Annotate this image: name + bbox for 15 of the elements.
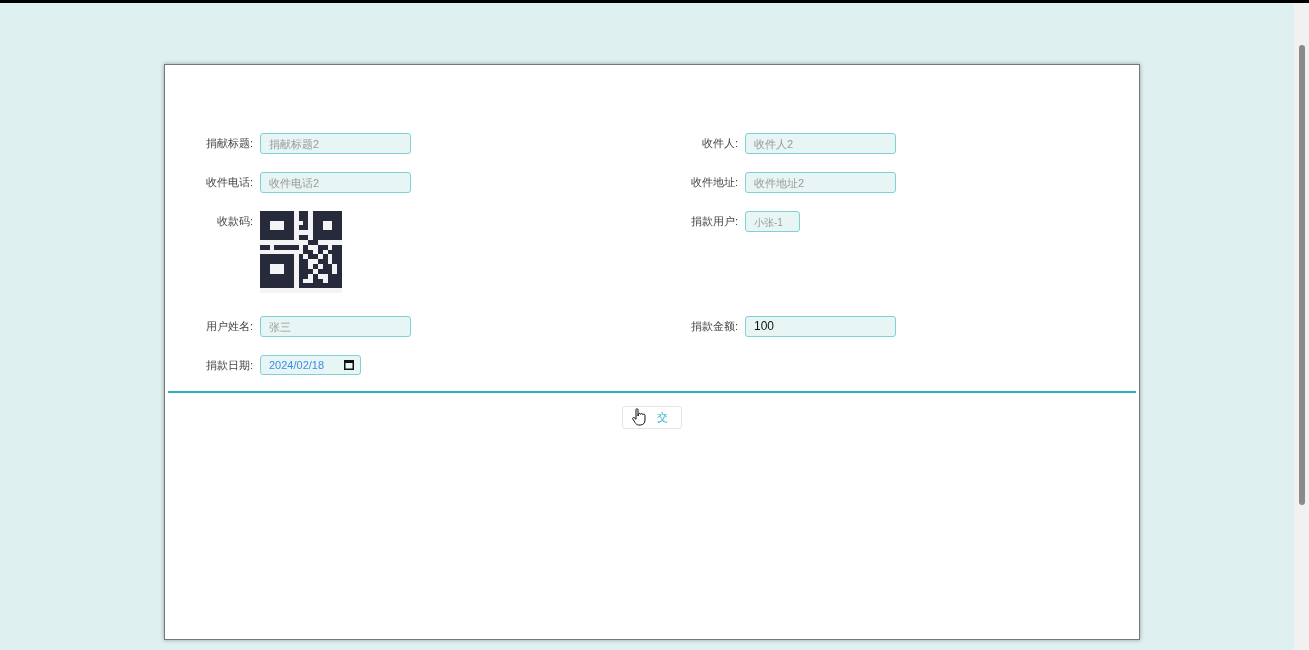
field-label: 捐款金额: xyxy=(689,319,738,334)
hand-cursor-icon xyxy=(632,408,646,426)
field-label: 捐款用户: xyxy=(689,214,738,229)
field-label: 捐款日期: xyxy=(204,358,253,373)
field-label: 用户姓名: xyxy=(204,319,253,334)
field-label: 收款码: xyxy=(215,214,253,229)
field-label: 收件人: xyxy=(700,136,738,151)
input-field[interactable]: 100 xyxy=(745,316,896,337)
calendar-icon[interactable] xyxy=(344,360,354,370)
scrollbar-thumb[interactable] xyxy=(1298,45,1305,505)
field-label: 收件电话: xyxy=(204,175,253,190)
scrollbar[interactable] xyxy=(1294,3,1309,650)
field-label: 捐献标题: xyxy=(204,136,253,151)
date-field[interactable]: 2024/02/18 xyxy=(260,355,361,375)
field-label: 收件地址: xyxy=(689,175,738,190)
